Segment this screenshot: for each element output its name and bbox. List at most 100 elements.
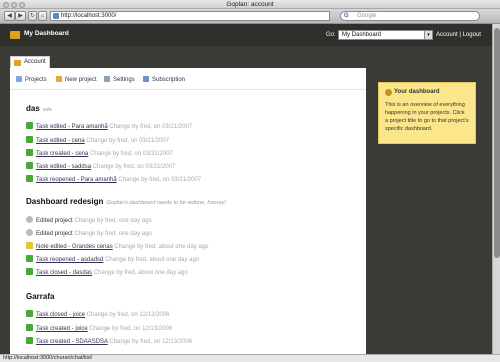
activity-link[interactable]: Task closed - joice [36, 312, 85, 318]
activity-link[interactable]: Task edited - cena [36, 138, 85, 144]
window-titlebar: Goplan: account [0, 0, 500, 9]
subnav-projects-label: Projects [25, 77, 47, 83]
activity-meta: Change by fred, on 12/13/2006 [89, 326, 173, 332]
activity-link[interactable]: Task closed - dasdas [36, 270, 92, 276]
activity-row: Task reopened - Para amanhã Change by fr… [26, 175, 201, 184]
activity-row: Task created - joice Change by fred, on … [26, 324, 172, 333]
project-icon [26, 229, 33, 236]
favicon-icon [53, 13, 59, 19]
activity-meta: Change by fred, about one day ago [105, 257, 200, 263]
address-url: http://localhost:3000/ [61, 13, 117, 19]
activity-link[interactable]: Task edited - Para amanhã [36, 124, 108, 130]
dashboard-info-title-text: Your dashboard [394, 89, 440, 95]
activity-row: Task created - SDAASDSA Change by fred, … [26, 337, 192, 346]
activity-meta: Change by fred, on 03/21/2007 [86, 138, 170, 144]
activity-meta: Change by fred, on 03/21/2007 [118, 177, 202, 183]
activity-link[interactable]: Task created - cena [36, 151, 88, 157]
forward-icon: ▶ [18, 13, 23, 19]
subnav-subscription-label: Subscription [152, 77, 186, 83]
activity-link[interactable]: Note edited - Grandes cenas [36, 244, 113, 250]
tab-account[interactable]: Account [10, 56, 50, 68]
activity-meta: Change by fred, on 12/13/2006 [109, 339, 193, 345]
activity-meta: Change by fred, about one day ago [93, 270, 188, 276]
home-button[interactable]: ⌂ [38, 11, 47, 21]
subnav-settings-label: Settings [113, 77, 135, 83]
activity-row: Task closed - dasdas Change by fred, abo… [26, 268, 188, 277]
status-text: http://localhost:3000/churari/chat/list/ [3, 355, 93, 361]
activity-link[interactable]: Task created - SDAASDSA [36, 339, 108, 345]
subnav-new-project[interactable]: New project [56, 76, 97, 83]
dashboard-info-title: Your dashboard [385, 89, 469, 96]
top-links: Account | Logout [436, 32, 481, 38]
activity-row: Edited project Change by fred, one day a… [26, 216, 152, 225]
new-project-icon [56, 76, 62, 82]
project-title-text: das [26, 104, 40, 113]
activity-meta: Change by fred, about one day ago [114, 244, 209, 250]
projects-icon [16, 76, 22, 82]
activity-link[interactable]: Edited project [36, 231, 73, 237]
activity-row: Task reopened - asdadsd Change by fred, … [26, 255, 199, 264]
goto-select[interactable]: My Dashboard ▾ [338, 30, 433, 40]
main-panel: Projects New project Settings Subscripti… [10, 68, 366, 362]
tab-row: Account [0, 46, 492, 68]
tab-account-label: Account [24, 59, 46, 65]
activity-meta: Change by fred, one day ago [74, 231, 152, 237]
close-window-icon[interactable] [3, 1, 9, 8]
activity-row: Note edited - Grandes cenas Change by fr… [26, 242, 208, 251]
minimize-window-icon[interactable] [11, 1, 17, 8]
activity-row: Edited project Change by fred, one day a… [26, 229, 152, 238]
page-scrollbar[interactable] [492, 24, 500, 354]
activity-meta: Change by fred, on 12/13/2006 [86, 312, 170, 318]
subnav-settings[interactable]: Settings [104, 76, 135, 83]
task-icon [26, 255, 33, 262]
activity-link[interactable]: Task edited - saddsa [36, 164, 91, 170]
activity-row: Task created - cena Change by fred, on 0… [26, 149, 173, 158]
window-title: Goplan: account [226, 1, 274, 8]
subscription-icon [143, 76, 149, 82]
reload-button[interactable]: ↻ [28, 11, 37, 21]
subnav-new-project-label: New project [65, 77, 97, 83]
scrollbar-thumb[interactable] [494, 28, 500, 258]
subnav-projects[interactable]: Projects [16, 76, 47, 83]
dashboard-info-body: This is an overview of everything happen… [385, 102, 469, 132]
zoom-window-icon[interactable] [19, 1, 25, 8]
activity-link[interactable]: Edited project [36, 218, 73, 224]
task-icon [26, 122, 33, 129]
search-placeholder: Google [357, 13, 377, 19]
goto-selected-value: My Dashboard [342, 32, 382, 38]
project-title-dashboard-redesign[interactable]: Dashboard redesign Goplan's dashboard nee… [26, 197, 226, 206]
home-icon: ⌂ [40, 13, 45, 19]
task-icon [26, 162, 33, 169]
settings-icon [104, 76, 110, 82]
activity-meta: Change by fred, on 03/21/2007 [92, 164, 176, 170]
back-button[interactable]: ◀ [4, 11, 15, 21]
forward-button[interactable]: ▶ [15, 11, 26, 21]
account-icon [14, 60, 21, 66]
activity-link[interactable]: Task reopened - asdadsd [36, 257, 103, 263]
address-bar[interactable]: http://localhost:3000/ [50, 11, 330, 21]
activity-row: Task closed - joice Change by fred, on 1… [26, 310, 169, 319]
activity-link[interactable]: Task created - joice [36, 326, 88, 332]
task-icon [26, 268, 33, 275]
window-controls[interactable] [3, 1, 25, 8]
activity-meta: Change by fred, one day ago [74, 218, 152, 224]
brand-title[interactable]: My Dashboard [24, 30, 69, 37]
browser-toolbar: ◀ ▶ ↻ ⌂ http://localhost:3000/ G Google [0, 9, 500, 24]
search-input[interactable]: G Google [340, 11, 480, 21]
task-icon [26, 324, 33, 331]
dashboard-logo-icon [10, 31, 20, 39]
google-search-icon: G [344, 13, 349, 19]
reload-icon: ↻ [29, 13, 36, 19]
chevron-down-icon: ▾ [424, 31, 432, 39]
activity-meta: Change by fred, on 03/21/2007 [90, 151, 173, 157]
logout-link[interactable]: Logout [463, 32, 481, 38]
project-icon [26, 216, 33, 223]
task-icon [26, 175, 33, 182]
activity-link[interactable]: Task reopened - Para amanhã [36, 177, 117, 183]
goto-label: Go: [326, 32, 336, 38]
project-description: sda [42, 107, 52, 113]
account-link[interactable]: Account [436, 32, 458, 38]
project-title-das[interactable]: das sda [26, 104, 52, 113]
subnav-subscription[interactable]: Subscription [143, 76, 185, 83]
project-title-garrafa[interactable]: Garrafa [26, 292, 54, 301]
